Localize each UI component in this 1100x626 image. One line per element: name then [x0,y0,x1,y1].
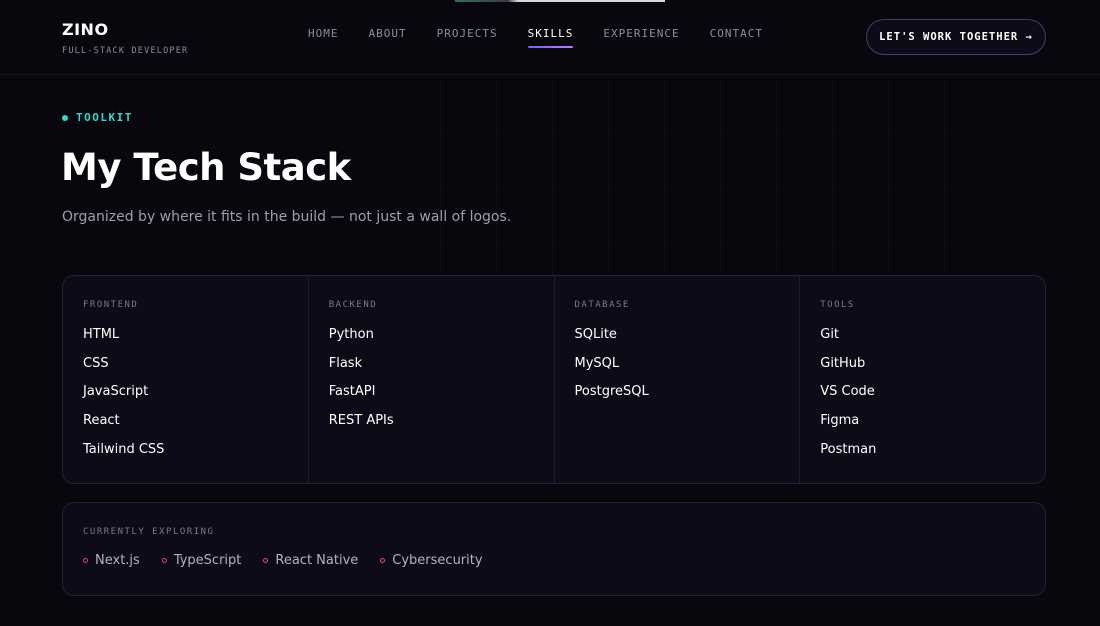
ring-bullet-icon [380,558,386,563]
exploring-item: TypeScript [161,553,242,568]
stack-item: GitHub [820,355,866,371]
stack-item: JavaScript [83,384,149,400]
exploring-item: React Native [263,553,358,568]
work-together-button[interactable]: LET'S WORK TOGETHER → [866,19,1046,55]
ring-bullet-icon [83,558,88,563]
exploring-label: Next.js [95,553,140,568]
page-subtitle: Organized by where it fits in the build … [62,209,512,225]
ring-bullet-icon [161,558,167,563]
nav-about[interactable]: ABOUT [369,27,407,46]
stack-item: HTML [83,327,120,342]
stack-item: PostgreSQL [574,384,649,400]
brand-name: ZINO [62,20,109,39]
stack-item: Flask [328,355,363,371]
stack-item: Figma [820,413,860,429]
brand-subtitle: FULL-STACK DEVELOPER [62,46,189,56]
exploring-item: Next.js [83,553,140,568]
page-title: My Tech Stack [61,146,351,189]
column-heading: DATABASE [574,300,630,310]
exploring-label: TypeScript [173,553,242,568]
tech-stack-card: FRONTEND HTML CSS JavaScript React Tailw… [62,275,1046,484]
stack-column-tools: TOOLS Git GitHub VS Code Figma Postman [800,276,1045,483]
stack-item: MySQL [574,355,620,371]
stack-item: React [83,413,120,429]
eyebrow-label: TOOLKIT [76,111,133,124]
stack-column-backend: BACKEND Python Flask FastAPI REST APIs [309,276,555,483]
nav-contact[interactable]: CONTACT [710,27,763,46]
column-heading: BACKEND [328,300,378,310]
stack-item: REST APIs [328,413,394,429]
section-eyebrow: TOOLKIT [62,111,133,124]
column-heading: TOOLS [820,300,855,310]
stack-item: SQLite [574,327,617,342]
stack-item: Postman [820,441,877,457]
stack-item: FastAPI [328,384,376,400]
exploring-label: Cybersecurity [392,553,483,568]
brand[interactable]: ZINO FULL-STACK DEVELOPER [62,20,188,56]
exploring-label: React Native [275,553,359,568]
nav-experience[interactable]: EXPERIENCE [603,27,679,46]
exploring-item: Cybersecurity [380,553,483,568]
eyebrow-dot-icon [62,114,68,121]
background-grid [440,76,960,276]
stack-item: Python [328,327,374,342]
nav-home[interactable]: HOME [308,27,339,46]
stack-item: VS Code [820,384,875,400]
stack-item: CSS [83,355,109,371]
main-nav: HOME ABOUT PROJECTS SKILLS EXPERIENCE CO… [308,27,793,48]
stack-item: Tailwind CSS [83,441,165,457]
nav-projects[interactable]: PROJECTS [437,27,498,46]
exploring-heading: CURRENTLY EXPLORING [83,527,215,537]
nav-skills[interactable]: SKILLS [527,27,574,48]
ring-bullet-icon [263,558,269,563]
currently-exploring-card: CURRENTLY EXPLORING Next.js TypeScript R… [62,502,1046,596]
exploring-list: Next.js TypeScript React Native Cybersec… [83,553,1025,568]
stack-column-frontend: FRONTEND HTML CSS JavaScript React Tailw… [63,276,309,483]
column-heading: FRONTEND [83,300,139,310]
stack-item: Git [820,327,840,342]
stack-column-database: DATABASE SQLite MySQL PostgreSQL [555,276,801,483]
site-header: ZINO FULL-STACK DEVELOPER HOME ABOUT PRO… [0,0,1100,75]
